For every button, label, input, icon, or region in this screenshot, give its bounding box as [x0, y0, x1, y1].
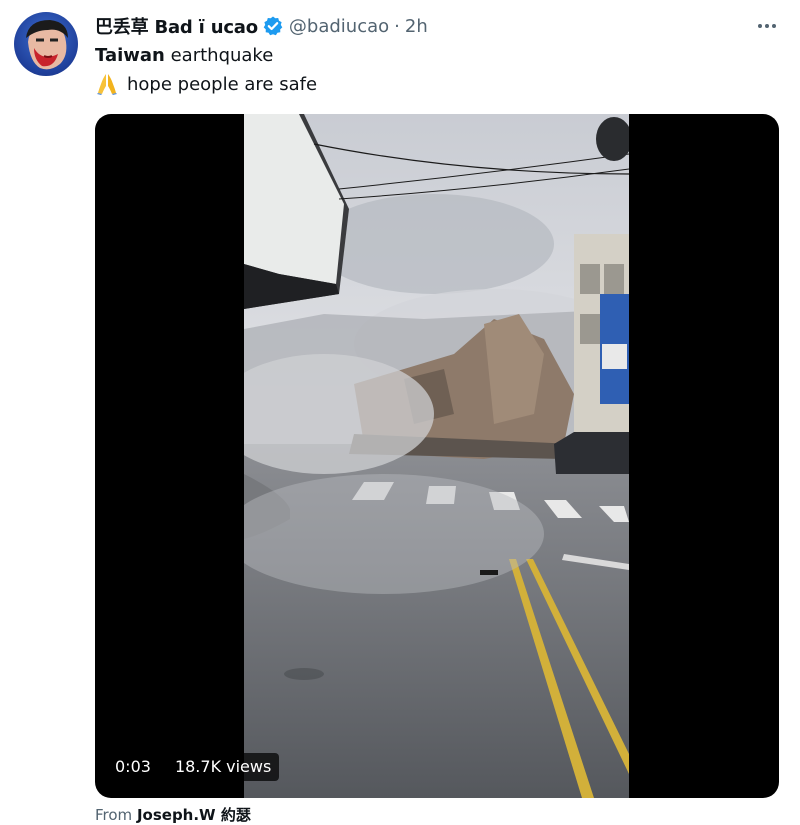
more-dots-icon — [772, 24, 776, 28]
video-views: 18.7K views — [166, 753, 280, 781]
video-info: 0:03 18.7K views — [107, 752, 280, 782]
source-name[interactable]: Joseph.W 約瑟 — [137, 806, 251, 824]
video-frame[interactable] — [244, 114, 629, 798]
tweet-text-bold[interactable]: Taiwan — [95, 45, 165, 66]
media-source: From Joseph.W 約瑟 — [95, 804, 251, 825]
tweet-header: 巴丢草 Bad ï ucao @badiucao · 2h — [95, 13, 428, 39]
more-options-button[interactable] — [750, 12, 784, 40]
more-dots-icon — [758, 24, 762, 28]
source-prefix: From — [95, 806, 133, 824]
display-name[interactable]: 巴丢草 Bad ï ucao — [95, 13, 258, 39]
tweet-text-line-1: Taiwan earthquake — [95, 45, 273, 66]
verified-badge-icon — [262, 15, 284, 37]
tweet: 巴丢草 Bad ï ucao @badiucao · 2h Taiwan ear… — [0, 0, 800, 824]
tweet-text-line2: hope people are safe — [127, 73, 318, 95]
video-player[interactable]: 0:03 18.7K views — [95, 114, 779, 798]
tweet-text-rest: earthquake — [164, 45, 274, 66]
pray-emoji-icon — [95, 72, 119, 96]
timestamp[interactable]: 2h — [405, 16, 428, 37]
avatar[interactable] — [14, 12, 78, 76]
separator-dot: · — [394, 15, 400, 37]
tweet-text-line-2: hope people are safe — [95, 72, 317, 96]
user-handle[interactable]: @badiucao — [289, 16, 389, 37]
more-dots-icon — [765, 24, 769, 28]
video-time: 0:03 — [107, 753, 159, 781]
